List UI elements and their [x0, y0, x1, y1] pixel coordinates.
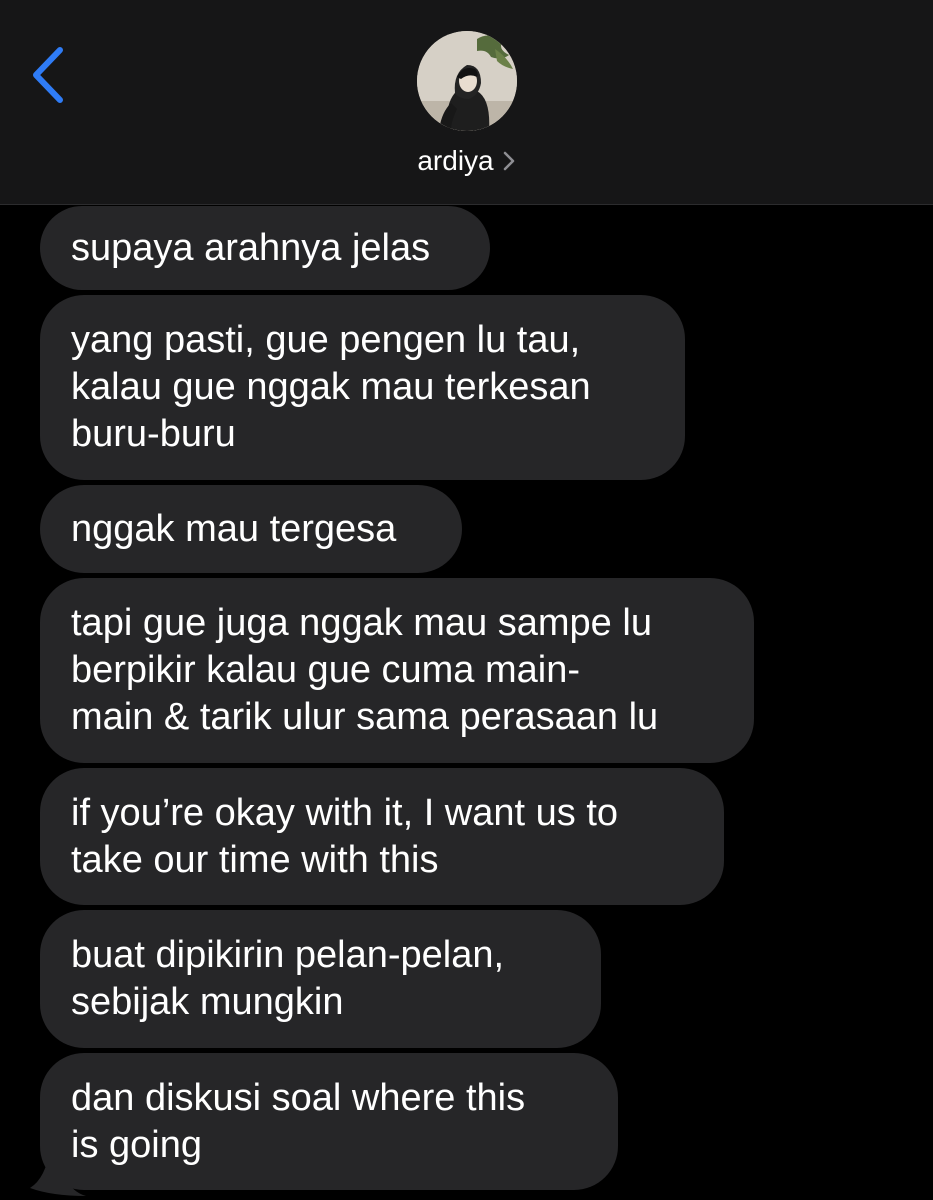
conversation-header: ardiya — [0, 0, 933, 205]
message-text: if you’re okay with it, I want us to tak… — [71, 791, 619, 881]
back-button[interactable] — [22, 40, 82, 110]
contact-name: ardiya — [417, 145, 494, 176]
message-text: yang pasti, gue pengen lu tau, kalau gue… — [71, 319, 591, 455]
message-bubble[interactable]: tapi gue juga nggak mau sampe lu berpiki… — [40, 578, 754, 763]
contact-photo — [417, 31, 517, 131]
message-bubble[interactable]: nggak mau tergesa — [40, 485, 462, 573]
message-bubble[interactable]: supaya arahnya jelas — [40, 206, 490, 290]
message-list[interactable]: supaya arahnya jelas yang pasti, gue pen… — [0, 205, 933, 1200]
message-bubble[interactable]: yang pasti, gue pengen lu tau, kalau gue… — [40, 295, 685, 480]
avatar[interactable] — [417, 31, 517, 131]
message-bubble[interactable]: dan diskusi soal where this is going — [40, 1053, 618, 1190]
chevron-left-icon — [33, 47, 63, 103]
message-bubble[interactable]: if you’re okay with it, I want us to tak… — [40, 768, 724, 905]
message-text: dan diskusi soal where this is going — [71, 1076, 526, 1166]
contact-name-button[interactable]: ardiya — [0, 143, 933, 181]
message-text: buat dipikirin pelan-pelan, sebijak mung… — [71, 934, 505, 1023]
chevron-right-icon — [502, 145, 516, 181]
bubble-tail — [30, 1148, 86, 1196]
message-text: tapi gue juga nggak mau sampe lu berpiki… — [71, 602, 659, 738]
message-text: supaya arahnya jelas — [71, 226, 431, 269]
message-text: nggak mau tergesa — [71, 507, 397, 550]
message-bubble[interactable]: buat dipikirin pelan-pelan, sebijak mung… — [40, 910, 601, 1048]
